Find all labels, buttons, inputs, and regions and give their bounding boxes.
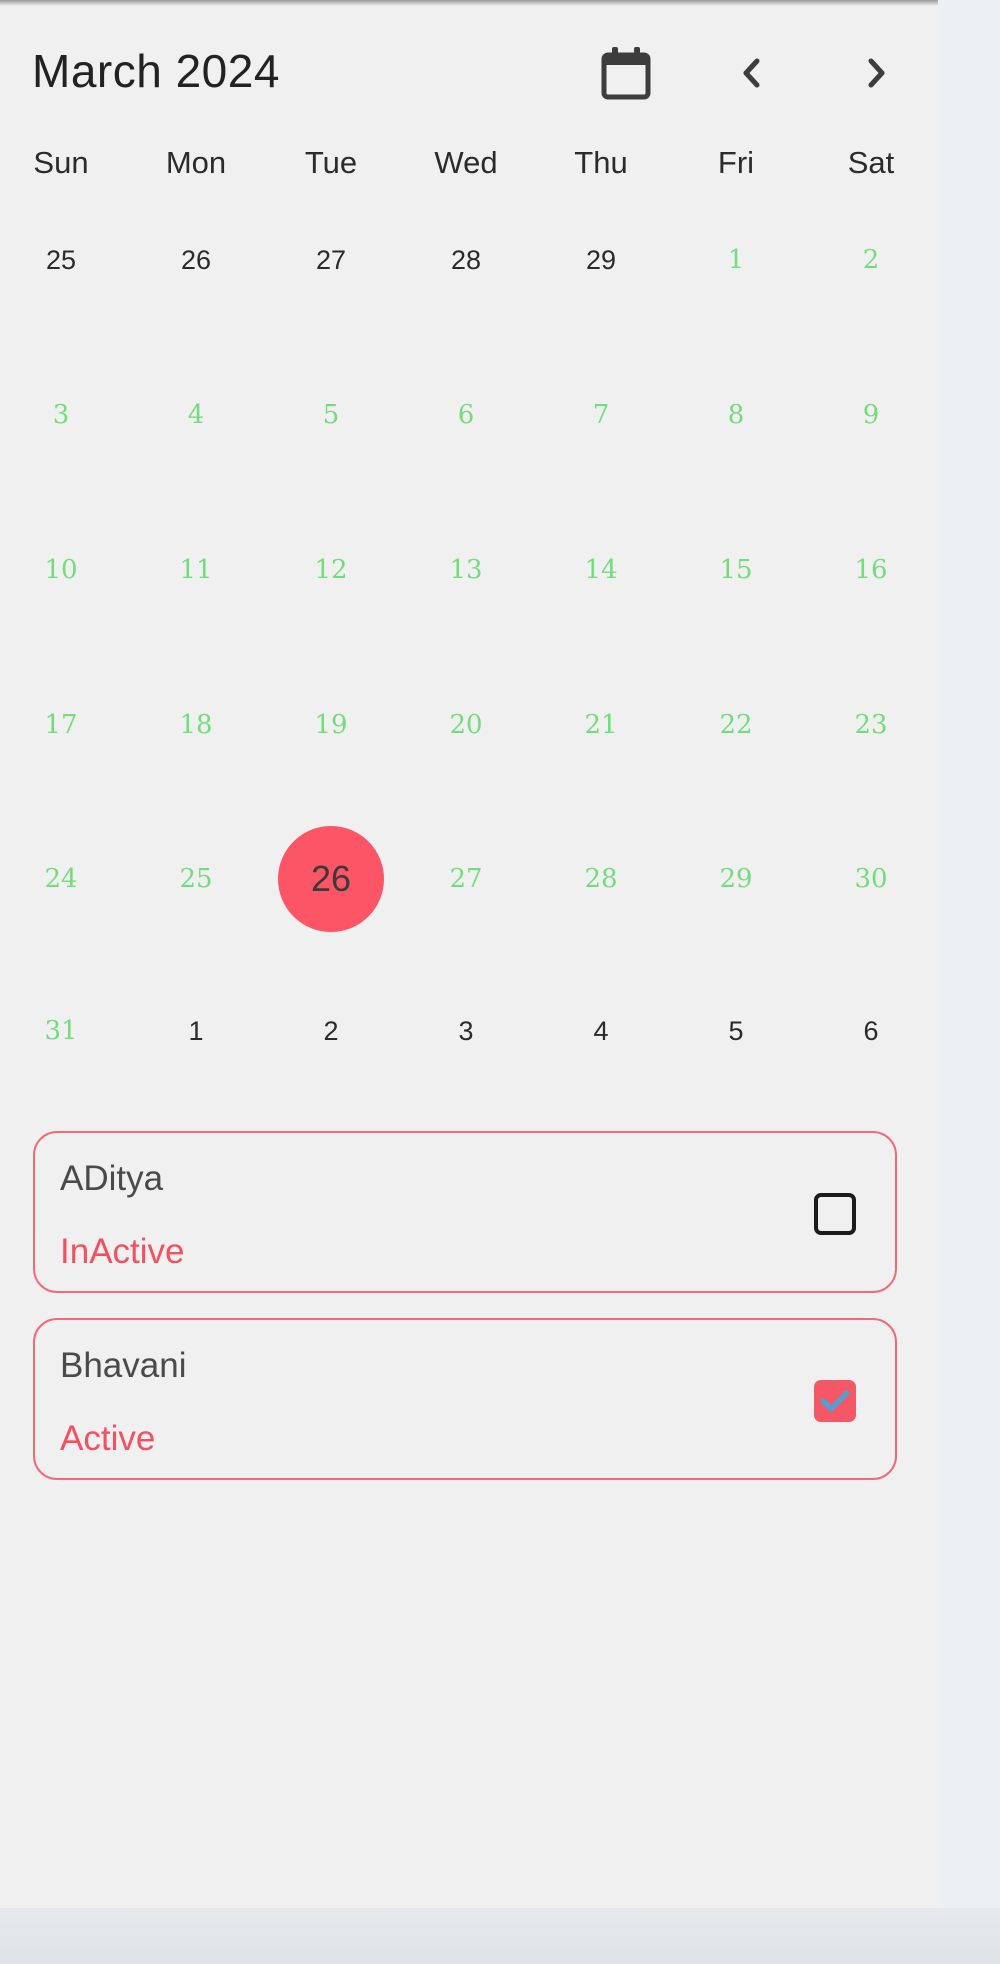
- weekday-label: Sun: [33, 145, 89, 180]
- top-shadow: [0, 0, 938, 6]
- member-card-bhavani[interactable]: Bhavani Active: [33, 1318, 897, 1480]
- day-cell[interactable]: 23: [816, 670, 926, 780]
- weekday-label: Thu: [574, 145, 628, 180]
- day-cell-adjacent-month[interactable]: 3: [411, 976, 521, 1086]
- calendar-icon: [601, 47, 651, 100]
- day-cell[interactable]: 10: [6, 515, 116, 625]
- member-status: InActive: [60, 1232, 185, 1271]
- day-cell[interactable]: 6: [411, 360, 521, 470]
- day-cell-adjacent-month[interactable]: 1: [141, 976, 251, 1086]
- day-cell[interactable]: 4: [141, 360, 251, 470]
- chevron-right-icon: [868, 58, 885, 88]
- month-title: March 2024: [32, 45, 280, 97]
- day-cell[interactable]: 15: [681, 515, 791, 625]
- day-cell[interactable]: 2: [816, 205, 926, 315]
- day-cell[interactable]: 22: [681, 670, 791, 780]
- check-icon: [820, 1390, 850, 1412]
- day-cell[interactable]: 9: [816, 360, 926, 470]
- day-cell[interactable]: 29: [681, 824, 791, 934]
- day-cell[interactable]: 3: [6, 360, 116, 470]
- day-cell[interactable]: 28: [546, 824, 656, 934]
- day-cell-adjacent-month[interactable]: 29: [546, 205, 656, 315]
- day-cell[interactable]: 5: [276, 360, 386, 470]
- member-name: ADitya: [60, 1159, 164, 1198]
- day-cell-adjacent-month[interactable]: 28: [411, 205, 521, 315]
- next-month-button[interactable]: [841, 38, 911, 108]
- member-name: Bhavani: [60, 1346, 187, 1385]
- day-cell-selected[interactable]: 26: [276, 824, 386, 934]
- day-cell[interactable]: 7: [546, 360, 656, 470]
- day-cell-adjacent-month[interactable]: 6: [816, 976, 926, 1086]
- day-cell-adjacent-month[interactable]: 25: [6, 205, 116, 315]
- day-cell[interactable]: 20: [411, 670, 521, 780]
- member-card-aditya[interactable]: ADitya InActive: [33, 1131, 897, 1293]
- day-cell[interactable]: 18: [141, 670, 251, 780]
- weekday-label: Wed: [434, 145, 498, 180]
- day-cell-adjacent-month[interactable]: 26: [141, 205, 251, 315]
- selected-day-circle: 26: [278, 826, 384, 932]
- weekday-label: Sat: [847, 145, 895, 180]
- chevron-left-icon: [743, 58, 760, 88]
- day-cell[interactable]: 19: [276, 670, 386, 780]
- day-cell[interactable]: 25: [141, 824, 251, 934]
- bottom-edge-strip: [0, 1908, 1000, 1964]
- day-cell[interactable]: 11: [141, 515, 251, 625]
- previous-month-button[interactable]: [717, 38, 787, 108]
- day-cell-adjacent-month[interactable]: 4: [546, 976, 656, 1086]
- day-cell[interactable]: 17: [6, 670, 116, 780]
- day-cell[interactable]: 8: [681, 360, 791, 470]
- weekday-label: Tue: [304, 145, 358, 180]
- day-cell-adjacent-month[interactable]: 2: [276, 976, 386, 1086]
- day-cell[interactable]: 24: [6, 824, 116, 934]
- member-checkbox[interactable]: [814, 1380, 856, 1422]
- day-cell[interactable]: 14: [546, 515, 656, 625]
- weekday-label: Fri: [717, 145, 755, 180]
- day-cell[interactable]: 1: [681, 205, 791, 315]
- calendar-picker-button[interactable]: [591, 38, 661, 108]
- day-cell[interactable]: 21: [546, 670, 656, 780]
- day-cell[interactable]: 16: [816, 515, 926, 625]
- day-cell[interactable]: 31: [6, 976, 116, 1086]
- day-cell-adjacent-month[interactable]: 5: [681, 976, 791, 1086]
- day-cell[interactable]: 12: [276, 515, 386, 625]
- member-checkbox[interactable]: [814, 1193, 856, 1235]
- member-status: Active: [60, 1419, 156, 1458]
- weekday-header-row: Sun Mon Tue Wed Thu Fri Sat: [0, 145, 938, 190]
- weekday-label: Mon: [165, 145, 227, 180]
- right-edge-strip: [938, 0, 1000, 1908]
- day-cell-adjacent-month[interactable]: 27: [276, 205, 386, 315]
- day-cell[interactable]: 27: [411, 824, 521, 934]
- day-cell[interactable]: 13: [411, 515, 521, 625]
- day-cell[interactable]: 30: [816, 824, 926, 934]
- app-panel: March 2024 Sun Mon Tue Wed Thu Fri Sat 25 26 27 2…: [0, 0, 938, 1908]
